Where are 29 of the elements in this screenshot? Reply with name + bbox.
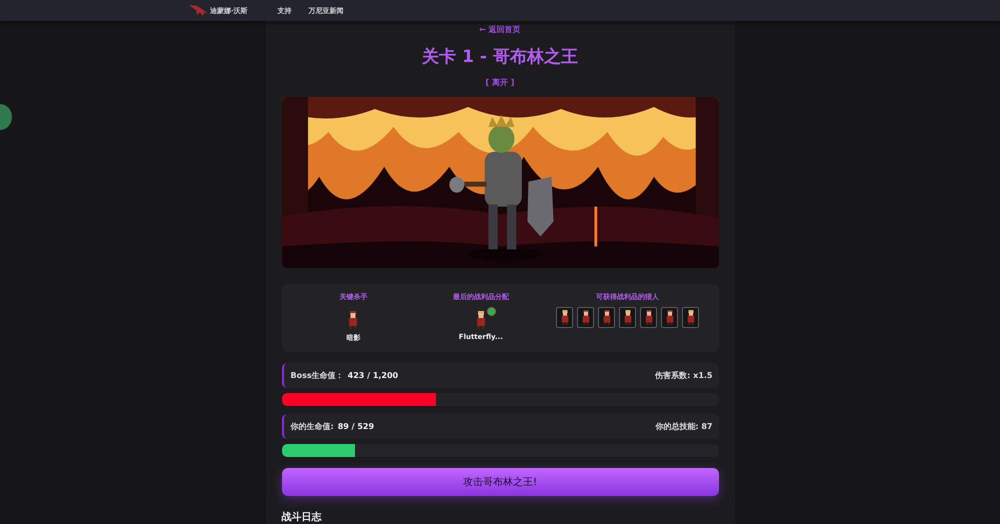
hunter-tile[interactable]: [577, 307, 594, 328]
stat-value: 423 / 1,200: [348, 371, 398, 380]
log-heading: 战斗日志: [282, 510, 323, 524]
hunter-avatar: [560, 309, 570, 326]
hunter-avatar: [580, 309, 591, 326]
wing-logo-icon: [188, 4, 210, 17]
stat-label: 你的生命值:: [290, 421, 334, 432]
gem-badge-icon: [486, 307, 496, 316]
hunter-avatar: [686, 309, 696, 326]
hunter-avatar: [474, 310, 487, 330]
hunter-avatar: [602, 309, 612, 326]
hunter-tile[interactable]: [682, 307, 700, 328]
stat-label: Boss生命值：: [290, 370, 344, 382]
stat-info: 你的总技能: 87: [655, 421, 712, 432]
attack-button[interactable]: 攻击哥布林之王!: [282, 468, 718, 496]
hunter-avatar: [347, 310, 360, 330]
hunter-tile[interactable]: [640, 307, 658, 328]
stat-info: 伤害系数: x1.5: [655, 370, 712, 382]
stat-value: 89 / 529: [338, 422, 374, 432]
back-home-link[interactable]: ← 返回首页: [479, 24, 521, 35]
stage-title: 关卡 1 - 哥布林之王: [422, 46, 578, 68]
hunter-tile[interactable]: [661, 307, 678, 328]
leave-link[interactable]: [ 离开 ]: [486, 77, 514, 88]
hunter-avatar: [622, 309, 633, 326]
hunter-tile[interactable]: [619, 307, 636, 328]
hunter-tile[interactable]: [598, 307, 616, 328]
hunter-avatar: [644, 309, 654, 326]
hunter-avatar: [664, 309, 675, 326]
hunter-tile[interactable]: [556, 307, 574, 328]
